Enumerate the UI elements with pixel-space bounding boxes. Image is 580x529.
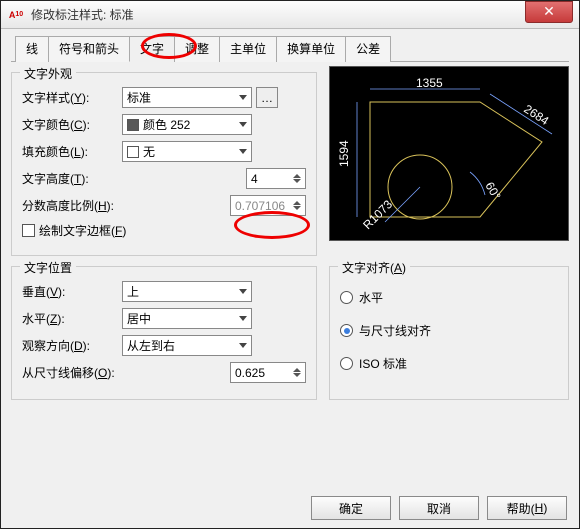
text-style-combo[interactable]: 标准 — [122, 87, 252, 108]
chevron-down-icon — [239, 289, 247, 294]
align-iso-radio[interactable] — [340, 357, 353, 370]
preview-drawing: 1355 1594 2684 60° R1073 — [330, 67, 570, 242]
cancel-button[interactable]: 取消 — [399, 496, 479, 520]
spinner-icon[interactable] — [293, 368, 301, 377]
fill-color-value: 无 — [143, 143, 155, 160]
offset-input[interactable]: 0.625 — [230, 362, 306, 383]
chevron-down-icon — [239, 343, 247, 348]
viewdir-label: 观察方向(D): — [22, 337, 122, 354]
svg-text:1594: 1594 — [337, 140, 351, 167]
close-button[interactable]: ✕ — [525, 1, 573, 23]
group-placement: 文字位置 垂直(V): 上 水平(Z): 居中 观察方向(D — [11, 266, 317, 400]
window-title: 修改标注样式: 标准 — [31, 6, 525, 23]
tab-primary[interactable]: 主单位 — [219, 36, 277, 62]
fraction-scale-value: 0.707106 — [235, 199, 285, 213]
tab-symbols[interactable]: 符号和箭头 — [48, 36, 130, 62]
spinner-icon[interactable] — [293, 201, 301, 210]
text-height-value: 4 — [251, 172, 258, 186]
ok-button[interactable]: 确定 — [311, 496, 391, 520]
vertical-label: 垂直(V): — [22, 283, 122, 300]
align-iso-label: ISO 标准 — [359, 355, 407, 372]
align-horizontal-radio[interactable] — [340, 291, 353, 304]
frame-checkbox-label: 绘制文字边框(F) — [39, 222, 126, 239]
group-appearance-title: 文字外观 — [20, 65, 76, 82]
preview-pane: 1355 1594 2684 60° R1073 — [329, 66, 569, 241]
group-alignment: 文字对齐(A) 水平 与尺寸线对齐 ISO 标准 — [329, 266, 569, 400]
fill-color-label: 填充颜色(L): — [22, 143, 122, 160]
app-icon: A10 — [7, 6, 25, 24]
tab-fit[interactable]: 调整 — [174, 36, 220, 62]
frame-checkbox[interactable] — [22, 224, 35, 237]
tab-tol[interactable]: 公差 — [345, 36, 391, 62]
dialog-buttons: 确定 取消 帮助(H) — [311, 496, 567, 520]
titlebar: A10 修改标注样式: 标准 ✕ — [1, 1, 579, 29]
chevron-down-icon — [239, 95, 247, 100]
horizontal-value: 居中 — [127, 310, 151, 327]
vertical-combo[interactable]: 上 — [122, 281, 252, 302]
viewdir-combo[interactable]: 从左到右 — [122, 335, 252, 356]
svg-text:1355: 1355 — [416, 76, 443, 90]
viewdir-value: 从左到右 — [127, 337, 175, 354]
text-color-value: 颜色 252 — [143, 116, 190, 133]
fraction-scale-input[interactable]: 0.707106 — [230, 195, 306, 216]
chevron-down-icon — [239, 316, 247, 321]
group-placement-title: 文字位置 — [20, 259, 76, 276]
help-button[interactable]: 帮助(H) — [487, 496, 567, 520]
tab-line[interactable]: 线 — [15, 36, 49, 62]
spinner-icon[interactable] — [293, 174, 301, 183]
offset-value: 0.625 — [235, 366, 265, 380]
text-height-label: 文字高度(T): — [22, 170, 122, 187]
tab-alt[interactable]: 换算单位 — [276, 36, 346, 62]
fill-color-combo[interactable]: 无 — [122, 141, 252, 162]
chevron-down-icon — [239, 149, 247, 154]
fraction-scale-label: 分数高度比例(H): — [22, 197, 142, 214]
align-horizontal-label: 水平 — [359, 289, 383, 306]
svg-text:60°: 60° — [482, 180, 503, 203]
text-style-value: 标准 — [127, 89, 151, 106]
text-style-label: 文字样式(Y): — [22, 89, 122, 106]
align-dimline-radio[interactable] — [340, 324, 353, 337]
text-height-input[interactable]: 4 — [246, 168, 306, 189]
group-alignment-title: 文字对齐(A) — [338, 259, 410, 276]
vertical-value: 上 — [127, 283, 139, 300]
horizontal-combo[interactable]: 居中 — [122, 308, 252, 329]
text-color-combo[interactable]: 颜色 252 — [122, 114, 252, 135]
align-dimline-label: 与尺寸线对齐 — [359, 322, 431, 339]
chevron-down-icon — [239, 122, 247, 127]
horizontal-label: 水平(Z): — [22, 310, 122, 327]
color-swatch-icon — [127, 119, 139, 131]
offset-label: 从尺寸线偏移(O): — [22, 364, 142, 381]
tab-text[interactable]: 文字 — [129, 36, 175, 62]
tab-strip: 线 符号和箭头 文字 调整 主单位 换算单位 公差 — [11, 35, 569, 62]
color-swatch-icon — [127, 146, 139, 158]
text-color-label: 文字颜色(C): — [22, 116, 122, 133]
group-appearance: 文字外观 文字样式(Y): 标准 … 文字颜色(C): 颜色 252 — [11, 72, 317, 256]
svg-text:R1073: R1073 — [360, 197, 395, 232]
text-style-browse-button[interactable]: … — [256, 87, 278, 108]
